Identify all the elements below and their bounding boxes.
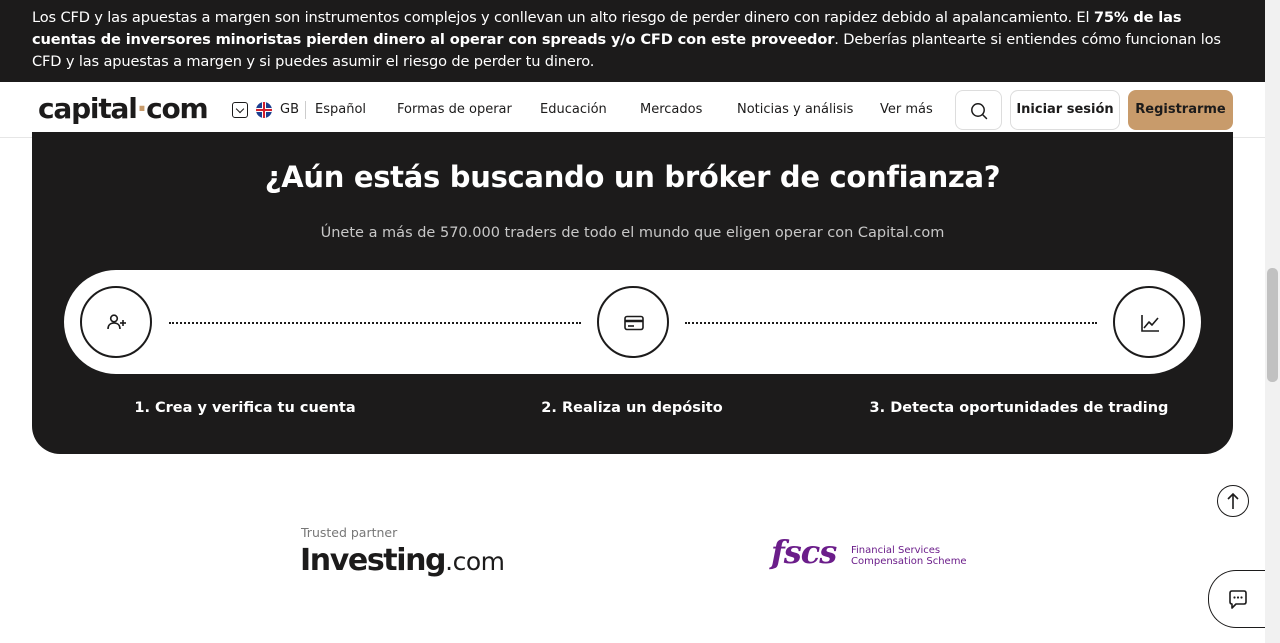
step-2-circle <box>597 286 669 358</box>
chat-button[interactable] <box>1208 570 1270 628</box>
back-to-top-button[interactable] <box>1217 485 1249 517</box>
fscs-line-1: Financial Services <box>851 545 941 556</box>
logo-text-left: capital <box>38 92 138 125</box>
risk-warning-banner: Los CFD y las apuestas a margen son inst… <box>0 0 1265 82</box>
top-navigation: capital·com GB Español Formas de operar … <box>0 82 1265 138</box>
credit-card-icon <box>624 315 644 331</box>
fscs-logo[interactable]: fscs <box>771 533 837 571</box>
investing-logo-main: Investing <box>300 543 447 578</box>
region-dropdown-chevron-icon[interactable] <box>232 102 248 118</box>
nav-educacion[interactable]: Educación <box>540 102 607 117</box>
register-button[interactable]: Registrarme <box>1128 90 1233 130</box>
nav-mercados[interactable]: Mercados <box>640 102 702 117</box>
region-separator <box>305 101 306 119</box>
step-3-circle <box>1113 286 1185 358</box>
capital-com-logo[interactable]: capital·com <box>38 92 209 125</box>
promo-title: ¿Aún estás buscando un bróker de confian… <box>264 160 1001 194</box>
search-icon <box>971 103 988 120</box>
promo-subtitle: Únete a más de 570.000 traders de todo e… <box>320 225 945 241</box>
trusted-partner-label: Trusted partner <box>301 525 398 540</box>
scrollbar-thumb[interactable] <box>1267 268 1278 382</box>
uk-flag-icon[interactable] <box>256 102 272 118</box>
search-button[interactable] <box>955 90 1002 130</box>
investing-logo-suffix: .com <box>445 547 505 576</box>
nav-ver-mas[interactable]: Ver más <box>880 102 933 117</box>
risk-text-start: Los CFD y las apuestas a margen son inst… <box>32 9 1094 26</box>
chat-icon <box>1229 590 1247 609</box>
user-plus-icon <box>107 314 126 330</box>
language-selector[interactable]: Español <box>315 102 366 117</box>
fscs-logo-text: Financial Services Compensation Scheme <box>851 545 967 567</box>
chart-line-icon <box>1141 315 1159 332</box>
region-code[interactable]: GB <box>280 102 299 117</box>
page-scrollbar[interactable] <box>1265 0 1280 643</box>
step-2-label: 2. Realiza un depósito <box>541 400 723 416</box>
login-button[interactable]: Iniciar sesión <box>1010 90 1120 130</box>
step-3-label: 3. Detecta oportunidades de trading <box>869 400 1169 416</box>
logo-dot: · <box>136 92 148 125</box>
logo-text-right: com <box>146 92 209 125</box>
step-1-circle <box>80 286 152 358</box>
fscs-line-2: Compensation Scheme <box>851 556 967 567</box>
step-1-label: 1. Crea y verifica tu cuenta <box>134 400 356 416</box>
investing-com-logo[interactable]: Investing.com <box>300 543 505 578</box>
step-connector-2 <box>685 322 1097 324</box>
nav-formas-de-operar[interactable]: Formas de operar <box>397 102 512 117</box>
arrow-up-icon <box>1227 492 1239 509</box>
nav-noticias-y-analisis[interactable]: Noticias y análisis <box>737 102 853 117</box>
step-connector-1 <box>169 322 581 324</box>
